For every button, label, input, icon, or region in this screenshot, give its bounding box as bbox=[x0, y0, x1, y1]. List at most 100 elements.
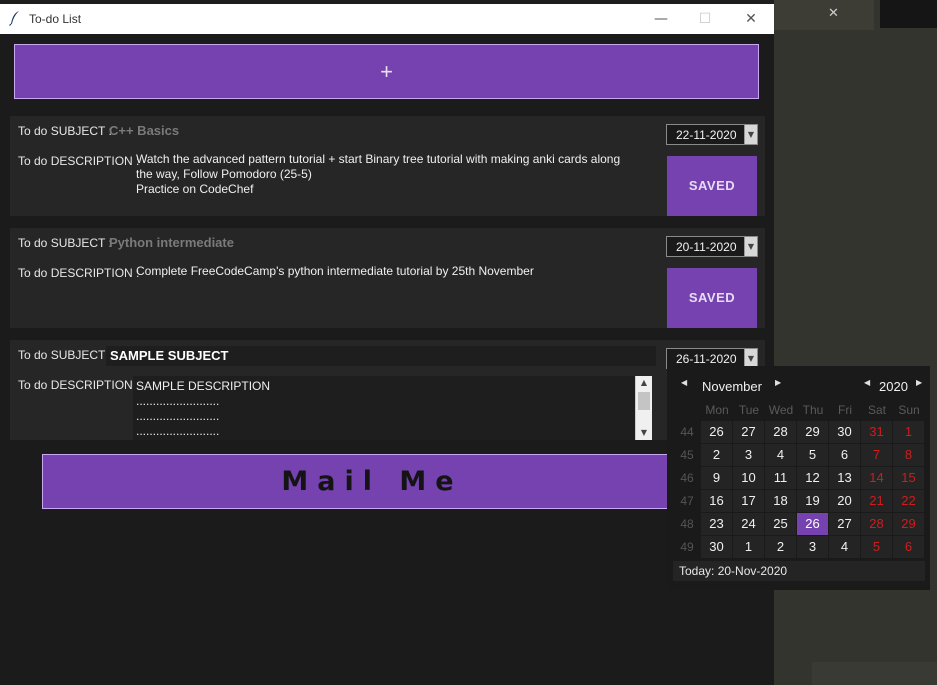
calendar-day[interactable]: 31 bbox=[861, 421, 892, 443]
calendar-day[interactable]: 5 bbox=[797, 444, 828, 466]
calendar-day[interactable]: 8 bbox=[893, 444, 924, 466]
calendar-day[interactable]: 20 bbox=[829, 490, 860, 512]
calendar-today-bar[interactable]: Today: 20-Nov-2020 bbox=[673, 561, 925, 581]
prev-year-icon[interactable]: ◀ bbox=[864, 378, 870, 387]
date-value: 22-11-2020 bbox=[676, 128, 737, 142]
calendar-day[interactable]: 28 bbox=[861, 513, 892, 535]
description-value: Watch the advanced pattern tutorial + st… bbox=[136, 152, 646, 197]
calendar-day[interactable]: 11 bbox=[765, 467, 796, 489]
calendar-day[interactable]: 19 bbox=[797, 490, 828, 512]
subject-input[interactable]: SAMPLE SUBJECT bbox=[106, 346, 656, 366]
background-tab-close-icon[interactable]: ✕ bbox=[828, 6, 839, 21]
calendar-day[interactable]: 4 bbox=[765, 444, 796, 466]
calendar-day[interactable]: 2 bbox=[765, 536, 796, 558]
next-year-icon[interactable]: ▶ bbox=[916, 378, 922, 387]
description-textarea-value: SAMPLE DESCRIPTION .....................… bbox=[136, 379, 271, 438]
window-title: To-do List bbox=[29, 12, 82, 26]
calendar-day[interactable]: 7 bbox=[861, 444, 892, 466]
calendar-year: 2020 bbox=[879, 379, 908, 394]
calendar-day[interactable]: 30 bbox=[829, 421, 860, 443]
calendar-day[interactable]: 27 bbox=[829, 513, 860, 535]
add-task-button[interactable]: + bbox=[14, 44, 759, 99]
title-bar[interactable]: To-do List — ☐ ✕ bbox=[0, 4, 774, 34]
mail-me-button[interactable]: Mail Me bbox=[42, 454, 702, 509]
description-textarea[interactable]: SAMPLE DESCRIPTION .....................… bbox=[133, 376, 652, 440]
week-number: 48 bbox=[680, 517, 694, 531]
close-button[interactable]: ✕ bbox=[736, 8, 766, 30]
description-label: To do DESCRIPTION : bbox=[18, 266, 140, 280]
calendar-header: ◀ November ▶ ◀ 2020 ▶ bbox=[667, 366, 930, 404]
description-scrollbar[interactable]: ▲ ▼ bbox=[635, 376, 652, 440]
description-value: Complete FreeCodeCamp's python intermedi… bbox=[136, 264, 646, 279]
date-picker[interactable]: 20-11-2020 ▼ bbox=[666, 236, 758, 257]
date-value: 26-11-2020 bbox=[676, 352, 737, 366]
week-number: 47 bbox=[680, 494, 694, 508]
calendar-day[interactable]: 5 bbox=[861, 536, 892, 558]
calendar-day[interactable]: 24 bbox=[733, 513, 764, 535]
scroll-down-icon[interactable]: ▼ bbox=[636, 426, 652, 440]
calendar-day[interactable]: 29 bbox=[797, 421, 828, 443]
scroll-up-icon[interactable]: ▲ bbox=[636, 376, 652, 390]
calendar-day[interactable]: 16 bbox=[701, 490, 732, 512]
calendar-day[interactable]: 1 bbox=[733, 536, 764, 558]
calendar-day-selected[interactable]: 26 bbox=[797, 513, 828, 535]
calendar-day[interactable]: 14 bbox=[861, 467, 892, 489]
calendar-day[interactable]: 4 bbox=[829, 536, 860, 558]
background-tab bbox=[774, 0, 874, 30]
calendar-day[interactable]: 1 bbox=[893, 421, 924, 443]
saved-button[interactable]: SAVED bbox=[667, 268, 757, 328]
weekday-label: Fri bbox=[838, 403, 852, 417]
minimize-button[interactable]: — bbox=[646, 8, 676, 30]
weekday-label: Wed bbox=[768, 403, 794, 417]
calendar-day[interactable]: 15 bbox=[893, 467, 924, 489]
date-picker[interactable]: 22-11-2020 ▼ bbox=[666, 124, 758, 145]
calendar-day[interactable]: 3 bbox=[797, 536, 828, 558]
calendar-day[interactable]: 27 bbox=[733, 421, 764, 443]
dropdown-arrow-icon[interactable]: ▼ bbox=[744, 125, 757, 144]
calendar-day[interactable]: 6 bbox=[893, 536, 924, 558]
calendar-day[interactable]: 22 bbox=[893, 490, 924, 512]
weekday-label: Tue bbox=[738, 403, 760, 417]
week-number: 46 bbox=[680, 471, 694, 485]
calendar-day[interactable]: 3 bbox=[733, 444, 764, 466]
calendar-day[interactable]: 12 bbox=[797, 467, 828, 489]
task-card: To do SUBJECT : Python intermediate To d… bbox=[10, 228, 765, 328]
maximize-button[interactable]: ☐ bbox=[690, 8, 720, 30]
calendar-month: November bbox=[702, 379, 762, 394]
calendar-day[interactable]: 2 bbox=[701, 444, 732, 466]
background-dark-area bbox=[880, 0, 937, 28]
calendar-day[interactable]: 6 bbox=[829, 444, 860, 466]
subject-label: To do SUBJECT : bbox=[18, 124, 112, 138]
calendar-day[interactable]: 23 bbox=[701, 513, 732, 535]
week-number: 45 bbox=[680, 448, 694, 462]
weekday-header-row: Mon Tue Wed Thu Fri Sat Sun bbox=[701, 403, 925, 419]
calendar-day[interactable]: 29 bbox=[893, 513, 924, 535]
next-month-icon[interactable]: ▶ bbox=[775, 378, 781, 387]
calendar-day[interactable]: 18 bbox=[765, 490, 796, 512]
description-line: Watch the advanced pattern tutorial + st… bbox=[136, 152, 621, 166]
description-line: Practice on CodeChef bbox=[136, 182, 254, 196]
scroll-thumb[interactable] bbox=[638, 392, 650, 410]
calendar-day[interactable]: 10 bbox=[733, 467, 764, 489]
today-label: Today: 20-Nov-2020 bbox=[679, 564, 788, 578]
calendar-day[interactable]: 13 bbox=[829, 467, 860, 489]
calendar-day[interactable]: 28 bbox=[765, 421, 796, 443]
calendar-day[interactable]: 17 bbox=[733, 490, 764, 512]
feather-icon bbox=[9, 11, 19, 26]
week-number: 44 bbox=[680, 425, 694, 439]
calendar-day[interactable]: 25 bbox=[765, 513, 796, 535]
calendar-day[interactable]: 30 bbox=[701, 536, 732, 558]
calendar-day[interactable]: 9 bbox=[701, 467, 732, 489]
weekday-label: Mon bbox=[705, 403, 729, 417]
calendar-popup: ◀ November ▶ ◀ 2020 ▶ Mon Tue Wed Thu Fri Sat… bbox=[667, 366, 930, 590]
subject-value: Python intermediate bbox=[109, 235, 234, 250]
week-number: 49 bbox=[680, 540, 694, 554]
date-value: 20-11-2020 bbox=[676, 240, 737, 254]
prev-month-icon[interactable]: ◀ bbox=[681, 378, 687, 387]
dropdown-arrow-icon[interactable]: ▼ bbox=[744, 237, 757, 256]
saved-button[interactable]: SAVED bbox=[667, 156, 757, 216]
description-line: the way, Follow Pomodoro (25-5) bbox=[136, 167, 312, 181]
calendar-day[interactable]: 26 bbox=[701, 421, 732, 443]
task-card: To do SUBJECT : C++ Basics To do DESCRIP… bbox=[10, 116, 765, 216]
calendar-day[interactable]: 21 bbox=[861, 490, 892, 512]
